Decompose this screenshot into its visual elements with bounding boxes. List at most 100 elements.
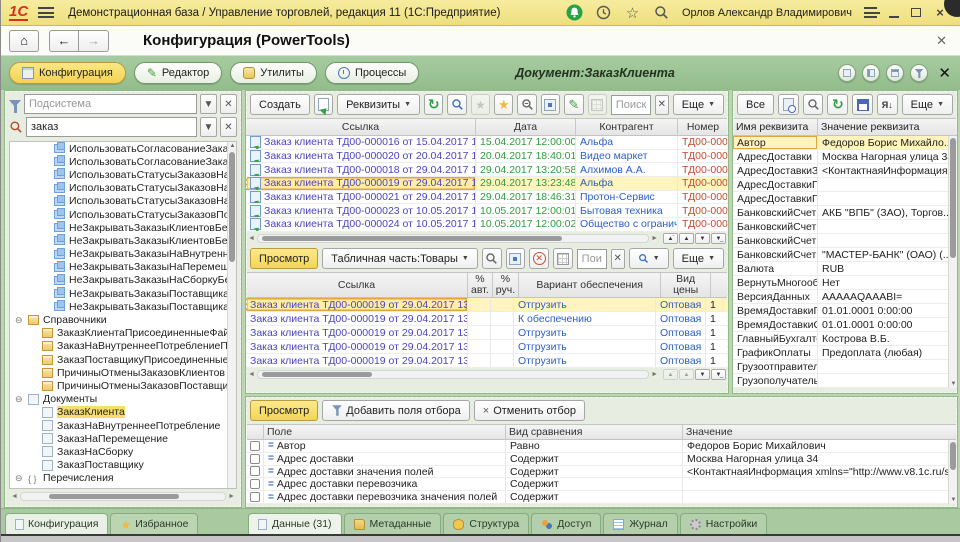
tree-item[interactable]: ⊖ ЗаказПоставщикуПрисоединенныеФ [10,353,227,366]
item-row[interactable]: Заказ клиента ТД00-000019 от 29.04.2017 … [246,298,728,312]
tree-item[interactable]: ⊖ ИспользоватьСогласованиеЗаказовК [10,142,227,155]
orders-more-button[interactable]: Еще▼ [673,94,724,115]
tree-item[interactable]: ⊖ НеЗакрыватьЗаказыКлиентовБезПол [10,221,227,234]
history-icon[interactable] [595,4,612,21]
item-variant[interactable]: Отгрузить [514,298,656,311]
table-view-icon[interactable] [588,94,607,115]
go-last-button[interactable]: ▼̲ [711,369,726,380]
item-link[interactable]: Заказ клиента ТД00-000019 от 29.04.2017 … [250,355,468,367]
order-row[interactable]: Заказ клиента ТД00-000023 от 10.05.2017 … [246,204,728,218]
item-variant[interactable]: Отгрузить [514,354,656,367]
filter-checkbox[interactable] [250,479,260,489]
layout-single-icon[interactable] [838,64,856,82]
items-search-input[interactable] [577,249,607,269]
filter-row[interactable]: =Адрес доставки Содержит Москва Нагорная… [246,453,948,466]
filter-checkbox[interactable] [250,492,260,502]
order-row[interactable]: Заказ клиента ТД00-000018 от 29.04.2017 … [246,163,728,177]
filter-checkbox[interactable] [250,441,260,451]
order-contragent[interactable]: Общество с огранич [576,218,678,231]
tree-item[interactable]: ⊖ НеЗакрыватьЗаказыПоставщикамБе [10,300,227,313]
go-first-button[interactable]: ▲̄ [663,233,678,244]
tab-favorites[interactable]: ★ Избранное [110,513,198,534]
tree-item[interactable]: ⊖ Перечисления [10,472,227,485]
attribute-row[interactable]: АдресДоставки Москва Нагорная улица 34 [733,150,948,164]
item-variant[interactable]: Отгрузить [514,340,656,353]
tree-item[interactable]: ⊖ ЗаказНаСборку [10,445,227,458]
filter-vertical-scrollbar[interactable]: ▼ [948,440,957,504]
attribute-row[interactable]: БанковскийСчетК... "МАСТЕР-БАНК" (ОАО) (… [733,248,948,262]
order-row[interactable]: Заказ клиента ТД00-000016 от 15.04.2017 … [246,136,728,150]
item-price-kind[interactable]: Оптовая [656,312,706,325]
attribute-row[interactable]: Грузополучатель [733,374,948,388]
tab-utilities[interactable]: Утилиты [230,62,317,84]
item-link[interactable]: Заказ клиента ТД00-000019 от 29.04.2017 … [250,299,468,311]
order-contragent[interactable]: Альфа [576,136,678,149]
order-row[interactable]: Заказ клиента ТД00-000024 от 10.05.2017 … [246,218,728,232]
item-price-kind[interactable]: Оптовая [656,340,706,353]
item-price-kind[interactable]: Оптовая [656,354,706,367]
zoom-magnifier-icon[interactable] [517,94,536,115]
tree-expander-icon[interactable]: ⊖ [15,395,24,404]
order-contragent[interactable]: Алхимов А.А. [576,163,678,176]
order-contragent[interactable]: Бытовая техника [576,204,678,217]
search-icon[interactable] [653,4,670,21]
subsystem-filter-input[interactable] [24,94,197,114]
order-contragent[interactable]: Протон-Сервис [576,191,678,204]
tree-horizontal-scrollbar[interactable]: ◄ ► [9,491,237,502]
tree-item[interactable]: ⊖ ИспользоватьСтатусыЗаказовНаВнут [10,168,227,181]
order-contragent[interactable]: Видео маркет [576,150,678,163]
attribute-row[interactable]: БанковскийСчетГ... [733,220,948,234]
tree-item[interactable]: ⊖ ЗаказКлиента [10,406,227,419]
subsystem-dropdown-button[interactable]: ▼ [200,94,217,114]
go-first-button[interactable]: ▲̄ [663,369,678,380]
tree-search-dropdown-button[interactable]: ▼ [200,117,217,137]
items-delete-icon[interactable]: ✕ [529,248,549,269]
items-search-dropdown[interactable]: ▼ [629,248,669,269]
tab-metadata[interactable]: Метаданные [344,513,442,534]
add-filter-fields-button[interactable]: Добавить поля отбора [322,400,470,421]
item-row[interactable]: Заказ клиента ТД00-000019 от 29.04.2017 … [246,354,728,368]
tree-item[interactable]: ⊖ НеЗакрыватьЗаказыНаСборкуБезПо. [10,274,227,287]
tree-expander-icon[interactable]: ⊖ [15,474,24,483]
orders-search-input[interactable] [611,95,651,115]
attributes-more-button[interactable]: Еще▼ [902,94,953,115]
order-row[interactable]: Заказ клиента ТД00-000021 от 29.04.2017 … [246,191,728,205]
filter-row[interactable]: =Адрес доставки перевозчика Содержит [246,478,948,491]
tree-search-input[interactable] [26,117,197,137]
tree-item[interactable]: ⊖ ИспользоватьСтатусыЗаказовНаСбор [10,195,227,208]
attribute-row[interactable]: Валюта RUB [733,262,948,276]
attribute-row[interactable]: БанковскийСчет АКБ "ВПБ" (ЗАО), Торгов..… [733,206,948,220]
notifications-bell-icon[interactable] [566,4,583,21]
attribute-row[interactable]: АдресДоставкиПе... [733,192,948,206]
edit-pencil-icon[interactable]: ✎ [564,94,583,115]
item-link[interactable]: Заказ клиента ТД00-000019 от 29.04.2017 … [250,313,468,325]
tab-structure[interactable]: Структура [443,513,529,534]
attribute-row[interactable]: АдресДоставкиПе... [733,178,948,192]
refresh-icon[interactable]: ↻ [424,94,443,115]
copy-icon[interactable] [314,94,333,115]
tab-journal[interactable]: Журнал [603,513,677,534]
order-link[interactable]: Заказ клиента ТД00-000016 от 15.04.2017 … [264,136,476,148]
items-search-clear-button[interactable]: ✕ [611,249,625,269]
tree-vertical-scrollbar[interactable]: ▲ [227,142,236,488]
item-row[interactable]: Заказ клиента ТД00-000019 от 29.04.2017 … [246,326,728,340]
order-row[interactable]: Заказ клиента ТД00-000019 от 29.04.2017 … [246,177,728,191]
tree-item[interactable]: ⊖ ЗаказНаВнутреннееПотребление [10,419,227,432]
order-link[interactable]: Заказ клиента ТД00-000023 от 10.05.2017 … [264,205,476,217]
order-link[interactable]: Заказ клиента ТД00-000020 от 20.04.2017 … [264,150,476,162]
tree-item[interactable]: ⊖ НеЗакрыватьЗаказыНаПеремещение [10,261,227,274]
item-row[interactable]: Заказ клиента ТД00-000019 от 29.04.2017 … [246,312,728,326]
tree-item[interactable]: ⊖ ЗаказКлиентаПрисоединенныеФайлы [10,327,227,340]
value-box-icon[interactable] [541,94,560,115]
home-button[interactable]: ⌂ [9,30,39,52]
item-price-kind[interactable]: Оптовая [656,298,706,311]
items-more-button[interactable]: Еще▼ [673,248,724,269]
items-row-nav-buttons[interactable]: ▲̄▲▼▼̲ [663,369,726,380]
attribute-row[interactable]: Грузоотправитель [733,360,948,374]
attribute-row[interactable]: Автор Федоров Борис Михайло... [733,136,948,150]
restore-button[interactable] [911,8,921,17]
items-zoom-icon[interactable] [482,248,502,269]
order-link[interactable]: Заказ клиента ТД00-000024 от 10.05.2017 … [264,218,476,230]
go-up-button[interactable]: ▲ [679,369,694,380]
attribute-row[interactable]: ВерсияДанных AAAAAQAAABI= [733,290,948,304]
